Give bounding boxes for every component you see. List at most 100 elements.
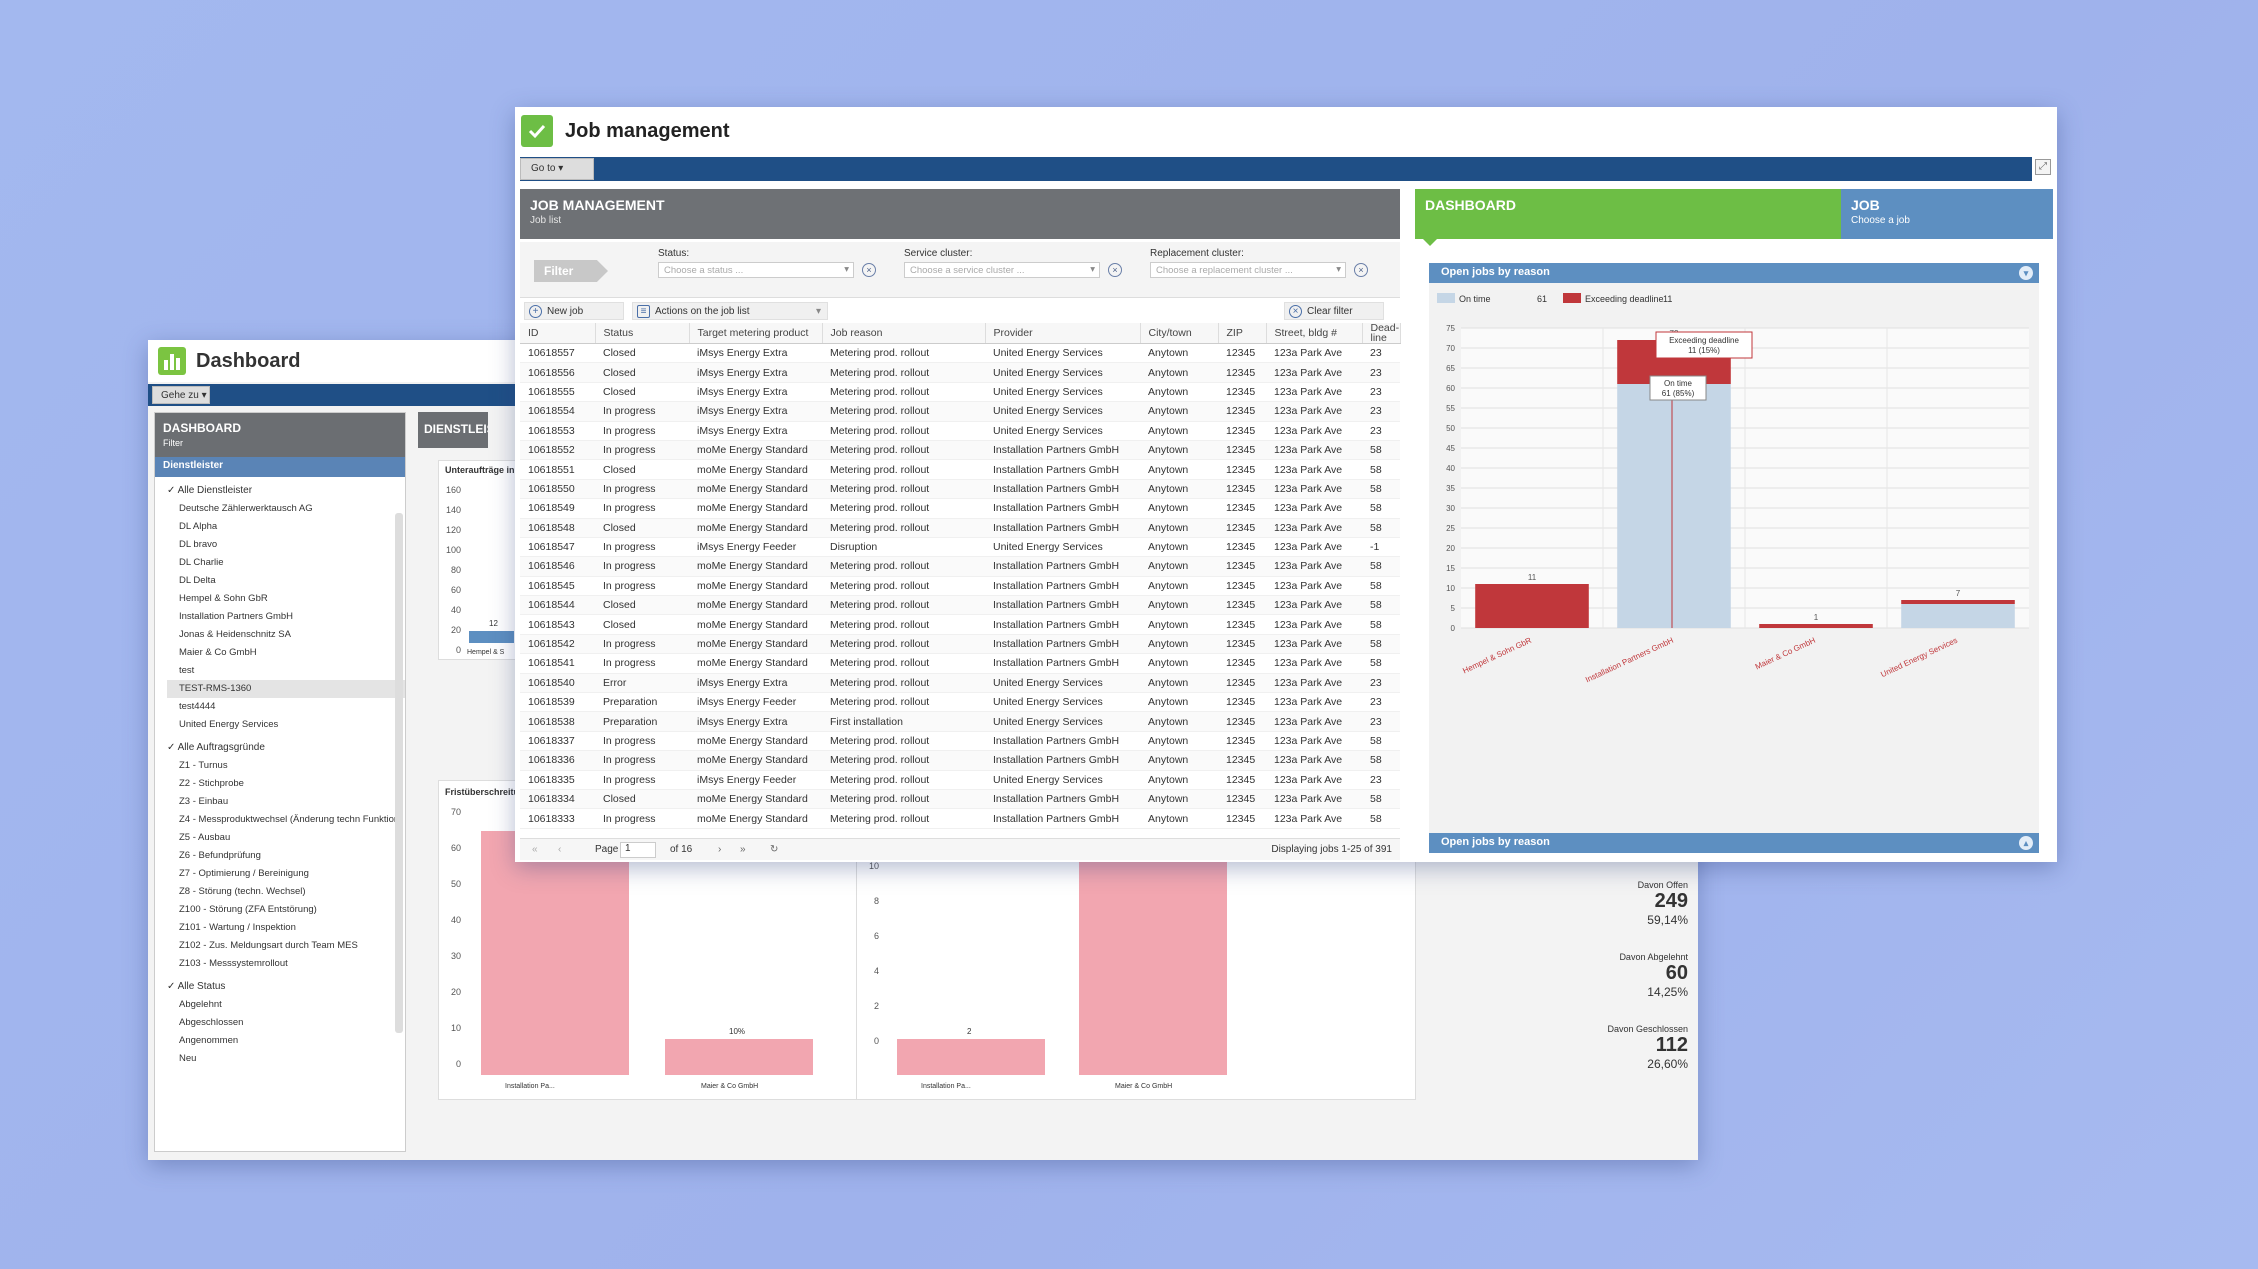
column-header[interactable]: ID	[520, 323, 596, 344]
filter-item[interactable]: Jonas & Heidenschnitz SA	[167, 626, 405, 644]
filter-item[interactable]: Abgeschlossen	[167, 1014, 405, 1032]
column-header[interactable]: Provider	[985, 323, 1141, 344]
table-row[interactable]: 10618555 Closed iMsys Energy Extra Metering…	[520, 382, 1400, 403]
column-header[interactable]: City/town	[1140, 323, 1219, 344]
prev-page-icon[interactable]: ‹	[558, 844, 561, 855]
filter-item[interactable]: Maier & Co GmbH	[167, 644, 405, 662]
table-row[interactable]: 10618554 In progress iMsys Energy Extra Met…	[520, 401, 1400, 422]
filter-item[interactable]: DL Charlie	[167, 554, 405, 572]
new-job-button[interactable]: + New job	[524, 302, 624, 320]
table-row[interactable]: 10618337 In progress moMe Energy Standard M…	[520, 731, 1400, 752]
expand-icon[interactable]: ⤢	[2035, 159, 2051, 175]
filter-item[interactable]: Z103 - Messsystemrollout	[167, 955, 405, 973]
service-clear-icon[interactable]: ×	[1108, 263, 1122, 277]
goto-menu[interactable]: Go to ▾	[520, 158, 594, 180]
page-input[interactable]: 1	[620, 842, 656, 858]
filter-group-reasons: ✓ Alle Auftragsgründe Z1 - Turnus Z2 - Sti…	[155, 734, 405, 973]
table-row[interactable]: 10618549 In progress moMe Energy Standard M…	[520, 498, 1400, 519]
filter-item[interactable]: Neu	[167, 1050, 405, 1068]
filter-item[interactable]: Deutsche Zählerwerktausch AG	[167, 500, 405, 518]
table-row[interactable]: 10618543 Closed moMe Energy Standard Meteri…	[520, 614, 1400, 635]
table-row[interactable]: 10618557 Closed iMsys Energy Extra Metering…	[520, 343, 1400, 364]
refresh-icon[interactable]: ↻	[770, 844, 778, 855]
table-row[interactable]: 10618540 Error iMsys Energy Extra Metering …	[520, 673, 1400, 694]
filter-item[interactable]: Hempel & Sohn GbR	[167, 590, 405, 608]
filter-group-title[interactable]: ✓ Alle Dienstleister	[167, 485, 405, 496]
table-row[interactable]: 10618336 In progress moMe Energy Standard M…	[520, 750, 1400, 771]
table-cell: 12345	[1218, 750, 1266, 771]
table-row[interactable]: 10618539 Preparation iMsys Energy Feeder Me…	[520, 692, 1400, 713]
expand-chart-icon[interactable]: ▴	[2019, 836, 2033, 850]
actions-menu[interactable]: ≡ Actions on the job list ▾	[632, 302, 828, 320]
next-page-icon[interactable]: ›	[718, 844, 721, 855]
table-row[interactable]: 10618541 In progress moMe Energy Standard M…	[520, 653, 1400, 674]
table-cell: 12345	[1218, 595, 1266, 616]
dienstleister-tab[interactable]: DIENSTLEISTER	[418, 412, 488, 448]
column-header[interactable]: Status	[595, 323, 690, 344]
sidebar-scrollbar[interactable]	[395, 513, 403, 1033]
table-row[interactable]: 10618548 Closed moMe Energy Standard Meteri…	[520, 518, 1400, 538]
table-row[interactable]: 10618556 Closed iMsys Energy Extra Metering…	[520, 362, 1400, 383]
filter-item[interactable]: Z2 - Stichprobe	[167, 775, 405, 793]
filter-item[interactable]: Z4 - Messproduktwechsel (Änderung techn …	[167, 811, 405, 829]
filter-item[interactable]: Z8 - Störung (techn. Wechsel)	[167, 883, 405, 901]
filter-item[interactable]: Z100 - Störung (ZFA Entstörung)	[167, 901, 405, 919]
filter-item[interactable]: Abgelehnt	[167, 996, 405, 1014]
status-clear-icon[interactable]: ×	[862, 263, 876, 277]
filter-group-title[interactable]: ✓ Alle Status	[167, 981, 405, 992]
table-row[interactable]: 10618546 In progress moMe Energy Standard M…	[520, 556, 1400, 577]
filter-item[interactable]: TEST-RMS-1360	[167, 680, 405, 698]
table-cell: Installation Partners GmbH	[985, 479, 1140, 500]
column-header[interactable]: Street, bldg #	[1266, 323, 1363, 344]
tab-job[interactable]: JOB Choose a job	[1841, 189, 2053, 239]
replacement-clear-icon[interactable]: ×	[1354, 263, 1368, 277]
filter-item[interactable]: test4444	[167, 698, 405, 716]
filter-item[interactable]: DL bravo	[167, 536, 405, 554]
column-header[interactable]: Dead-line	[1362, 323, 1401, 344]
clear-filter-button[interactable]: × Clear filter	[1284, 302, 1384, 320]
filter-button[interactable]: Filter	[534, 260, 608, 282]
filter-item[interactable]: Z6 - Befundprüfung	[167, 847, 405, 865]
filter-item[interactable]: DL Alpha	[167, 518, 405, 536]
legend-swatch-on-time	[1437, 293, 1455, 303]
column-header[interactable]: ZIP	[1218, 323, 1267, 344]
table-row[interactable]: 10618335 In progress iMsys Energy Feeder Me…	[520, 770, 1400, 790]
replacement-select[interactable]: Choose a replacement cluster ...	[1150, 262, 1346, 278]
collapse-icon[interactable]: ▾	[2019, 266, 2033, 280]
table-row[interactable]: 10618545 In progress moMe Energy Standard M…	[520, 576, 1400, 597]
column-header[interactable]: Target metering product	[689, 323, 823, 344]
table-row[interactable]: 10618538 Preparation iMsys Energy Extra Fir…	[520, 711, 1400, 732]
filter-item[interactable]: Z5 - Ausbau	[167, 829, 405, 847]
goto-menu[interactable]: Gehe zu ▾	[152, 386, 210, 404]
filter-item[interactable]: Angenommen	[167, 1032, 405, 1050]
column-header[interactable]: Job reason	[822, 323, 986, 344]
first-page-icon[interactable]: «	[532, 844, 538, 855]
filter-item[interactable]: United Energy Services	[167, 716, 405, 734]
table-row[interactable]: 10618547 In progress iMsys Energy Feeder Di…	[520, 537, 1400, 558]
filter-item[interactable]: Z1 - Turnus	[167, 757, 405, 775]
filter-item[interactable]: test	[167, 662, 405, 680]
filter-item[interactable]: Z102 - Zus. Meldungsart durch Team MES	[167, 937, 405, 955]
table-cell: Installation Partners GmbH	[985, 731, 1140, 752]
table-row[interactable]: 10618552 In progress moMe Energy Standard M…	[520, 440, 1400, 461]
sidebar-section[interactable]: Dienstleister	[155, 457, 405, 477]
table-row[interactable]: 10618334 Closed moMe Energy Standard Meteri…	[520, 789, 1400, 810]
table-row[interactable]: 10618550 In progress moMe Energy Standard M…	[520, 479, 1400, 500]
table-row[interactable]: 10618551 Closed moMe Energy Standard Meteri…	[520, 459, 1400, 480]
kpi-open-pct: 59,14%	[1647, 913, 1688, 927]
filter-item[interactable]: Installation Partners GmbH	[167, 608, 405, 626]
status-select[interactable]: Choose a status ...	[658, 262, 854, 278]
table-row[interactable]: 10618544 Closed moMe Energy Standard Meteri…	[520, 595, 1400, 616]
filter-group-title[interactable]: ✓ Alle Auftragsgründe	[167, 742, 405, 753]
table-row[interactable]: 10618542 In progress moMe Energy Standard M…	[520, 634, 1400, 655]
service-select[interactable]: Choose a service cluster ...	[904, 262, 1100, 278]
table-row[interactable]: 10618333 In progress moMe Energy Standard M…	[520, 808, 1400, 829]
tab-dashboard[interactable]: DASHBOARD	[1415, 189, 1841, 246]
table-row[interactable]: 10618553 In progress iMsys Energy Extra Met…	[520, 421, 1400, 441]
filter-item[interactable]: Z101 - Wartung / Inspektion	[167, 919, 405, 937]
table-cell: Metering prod. rollout	[822, 750, 985, 771]
filter-item[interactable]: DL Delta	[167, 572, 405, 590]
filter-item[interactable]: Z3 - Einbau	[167, 793, 405, 811]
filter-item[interactable]: Z7 - Optimierung / Bereinigung	[167, 865, 405, 883]
last-page-icon[interactable]: »	[740, 844, 746, 855]
